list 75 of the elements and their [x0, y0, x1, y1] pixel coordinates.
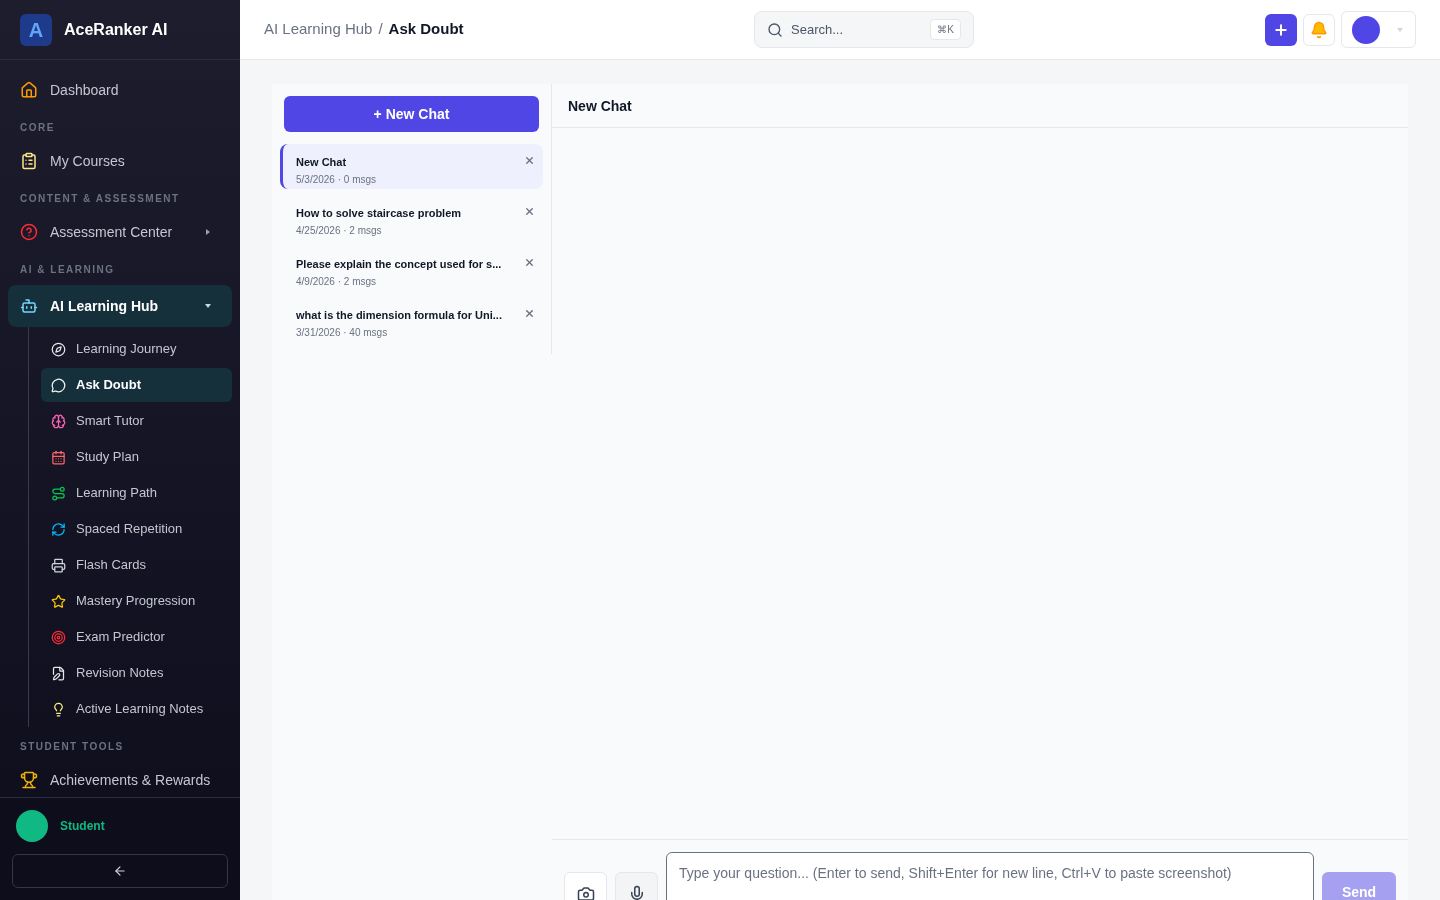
nav-subitem[interactable]: Learning Path — [41, 476, 232, 510]
chat-title: How to solve staircase problem — [296, 206, 463, 221]
chat-meta: 5/3/2026 · 0 msgs — [296, 172, 378, 187]
nav-subitem[interactable]: Mastery Progression — [41, 584, 232, 618]
nav-subitem[interactable]: Exam Predictor — [41, 620, 232, 654]
breadcrumb-link[interactable]: AI Learning Hub — [264, 18, 373, 41]
nav-subitem[interactable]: Learning Journey — [41, 332, 232, 366]
plus-icon — [1273, 21, 1289, 38]
house-icon — [20, 81, 38, 99]
clipboard-icon — [20, 152, 38, 170]
chat-list-item[interactable]: what is the dimension formula for Uni... 3/31/2026 · 40 msgs — [280, 297, 543, 342]
search-bar[interactable]: Search... ⌘K — [754, 11, 974, 48]
calendar-icon — [51, 449, 66, 465]
shortcut-hint: ⌘K — [930, 19, 961, 40]
close-icon[interactable] — [524, 257, 535, 268]
robot-icon — [20, 297, 38, 315]
note-icon — [51, 665, 66, 681]
nav-subitem[interactable]: Study Plan — [41, 440, 232, 474]
send-button: Send — [1322, 872, 1396, 900]
caret-icon — [1396, 25, 1404, 34]
caret-icon — [204, 228, 212, 236]
star-icon — [51, 593, 66, 609]
chat-title: Please explain the concept used for s... — [296, 257, 503, 272]
compass-icon — [51, 341, 66, 357]
section-heading: STUDENT TOOLS — [19, 740, 125, 754]
path-icon — [51, 485, 66, 501]
nav-item[interactable]: AI Learning Hub — [8, 285, 232, 327]
section-heading: CORE — [19, 121, 56, 135]
close-icon[interactable] — [524, 206, 535, 217]
nav-subitem[interactable]: Smart Tutor — [41, 404, 232, 438]
profile-avatar — [1352, 15, 1380, 44]
speech-bubble-icon — [51, 377, 66, 393]
camera-icon — [576, 885, 595, 900]
nav-subitem[interactable]: Revision Notes — [41, 656, 232, 690]
caret-icon — [204, 302, 212, 310]
nav-item[interactable]: Assessment Center — [8, 214, 232, 250]
app-logo: A — [20, 13, 52, 46]
target-icon — [51, 629, 66, 645]
refresh-icon — [51, 521, 66, 537]
nav-subitem[interactable]: Flash Cards — [41, 548, 232, 582]
app-name: AceRanker AI — [64, 19, 168, 40]
breadcrumb-separator: / — [378, 19, 383, 40]
user-avatar — [16, 810, 48, 842]
question-input[interactable]: Type your question... (Enter to send, Shift+Enter for new line, Ctrl+V to paste screenshot) — [666, 852, 1314, 900]
user-role: Student — [60, 818, 105, 834]
lightbulb-icon — [51, 701, 66, 717]
close-icon[interactable] — [524, 308, 535, 319]
search-icon — [767, 21, 783, 38]
chat-list-item[interactable]: How to solve staircase problem 4/25/2026 · 2 msgs — [280, 195, 543, 240]
close-icon[interactable] — [524, 155, 535, 166]
page-title: Ask Doubt — [388, 19, 464, 40]
section-heading: AI & LEARNING — [19, 263, 116, 277]
chat-title: New Chat — [296, 155, 348, 170]
chat-meta: 3/31/2026 · 40 msgs — [296, 325, 389, 340]
nav-item[interactable]: My Courses — [8, 143, 232, 179]
trophy-icon — [20, 771, 38, 789]
question-icon — [20, 223, 38, 241]
new-chat-button[interactable]: + New Chat — [284, 96, 539, 132]
conversation-title: New Chat — [568, 96, 632, 116]
nav-subitem[interactable]: Spaced Repetition — [41, 512, 232, 546]
nav-item[interactable]: Dashboard — [8, 72, 232, 108]
chat-list-item[interactable]: New Chat 5/3/2026 · 0 msgs — [280, 144, 543, 189]
nav-item[interactable]: Achievements & Rewards — [8, 762, 232, 797]
section-heading: CONTENT & ASSESSMENT — [19, 192, 181, 206]
search-input[interactable]: Search... — [791, 19, 923, 40]
brain-icon — [51, 413, 66, 429]
chat-meta: 4/9/2026 · 2 msgs — [296, 274, 378, 289]
bell-icon — [1310, 20, 1328, 39]
chat-title: what is the dimension formula for Uni... — [296, 308, 503, 323]
chat-list-item[interactable]: Please explain the concept used for s... 4/9/2026 · 2 msgs — [280, 246, 543, 291]
add-button[interactable] — [1265, 13, 1297, 46]
nav-subitem[interactable]: Ask Doubt — [41, 368, 232, 402]
nav-subitem[interactable]: Active Learning Notes — [41, 692, 232, 726]
profile-menu-button[interactable] — [1341, 11, 1416, 48]
chat-meta: 4/25/2026 · 2 msgs — [296, 223, 383, 238]
